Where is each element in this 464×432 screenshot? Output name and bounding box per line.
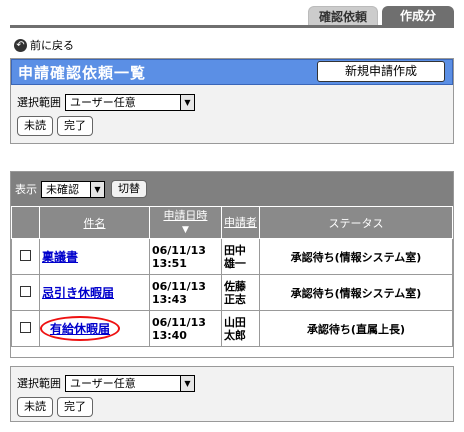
unread-button[interactable]: 未読 <box>17 116 53 136</box>
tab-created[interactable]: 作成分 <box>382 6 454 26</box>
bottom-range-select[interactable]: ユーザー任意 ▼ <box>65 374 195 392</box>
row-applicant-cell: 佐藤 正志 <box>220 274 260 311</box>
chevron-down-icon: ▼ <box>180 94 194 110</box>
display-label: 表示 <box>15 183 37 196</box>
bottom-action-buttons: 未読 完了 <box>11 397 453 417</box>
header-date[interactable]: 申請日時 ▼ <box>148 206 222 239</box>
request-table: 件名 申請日時 ▼ 申請者 ステータス 稟議書 06/11/13 13:51 田中雄… <box>11 206 454 347</box>
range-select[interactable]: ユーザー任意 ▼ <box>65 93 195 111</box>
table-row: 忌引き休暇届 06/11/13 13:43 佐藤 正志 承認待ち(情報システム室) <box>11 274 454 311</box>
row-date-cell: 06/11/13 13:51 <box>148 238 222 275</box>
row-status: 承認待ち(情報システム室) <box>258 274 454 311</box>
row-time: 13:40 <box>151 328 187 342</box>
chevron-down-icon: ▼ <box>180 375 194 391</box>
row-date: 06/11/13 <box>151 243 206 257</box>
bottom-range-row: 選択範囲 ユーザー任意 ▼ <box>11 371 453 395</box>
row-applicant: 佐藤 <box>223 279 246 293</box>
range-select-value: ユーザー任意 <box>70 96 136 109</box>
page-title: 申請確認依頼一覧 <box>18 63 147 82</box>
highlight-circle: 有給休暇届 <box>39 316 121 341</box>
table-row: 有給休暇届 06/11/13 13:40 山田 太郎 承認待ち(直属上長) <box>11 310 454 347</box>
new-request-button[interactable]: 新規申請作成 <box>317 61 445 82</box>
back-link-label: 前に戻る <box>30 39 74 52</box>
table-row: 稟議書 06/11/13 13:51 田中 雄一 承認待ち(情報システム室) <box>11 238 454 275</box>
bottom-range-select-value: ユーザー任意 <box>70 377 136 390</box>
back-arrow-icon: ↶ <box>14 38 27 52</box>
row-checkbox-cell <box>11 238 40 275</box>
row-applicant-cell: 田中 雄一 <box>220 238 260 275</box>
row-checkbox[interactable] <box>20 285 31 297</box>
header-status: ステータス <box>258 206 454 239</box>
row-time: 13:51 <box>151 256 187 270</box>
row-date-cell: 06/11/13 13:43 <box>148 274 222 311</box>
tab-underline <box>10 25 454 28</box>
header-name[interactable]: 件名 <box>39 206 150 239</box>
back-link[interactable]: ↶ 前に戻る <box>14 38 74 52</box>
header-date-label: 申請日時 <box>163 208 208 222</box>
bottom-done-button[interactable]: 完了 <box>57 397 93 417</box>
header-applicant[interactable]: 申請者 <box>220 206 260 239</box>
request-table-panel: 表示 未確認 ▼ 切替 件名 申請日時 ▼ 申請者 ステータス 稟議書 06/11… <box>10 171 454 358</box>
row-checkbox-cell <box>11 274 40 311</box>
row-name-link[interactable]: 忌引き休暇届 <box>40 286 114 300</box>
row-date: 06/11/13 <box>151 315 206 329</box>
bottom-range-label: 選択範囲 <box>17 377 61 390</box>
chevron-down-icon: ▼ <box>90 181 104 197</box>
row-name-link[interactable]: 稟議書 <box>40 250 78 264</box>
row-applicant: 田中 <box>223 243 246 257</box>
row-checkbox[interactable] <box>20 249 31 261</box>
range-label: 選択範囲 <box>17 96 61 109</box>
row-name-cell: 稟議書 <box>39 238 150 275</box>
bottom-unread-button[interactable]: 未読 <box>17 397 53 417</box>
row-date-cell: 06/11/13 13:40 <box>148 310 222 347</box>
row-applicant-cell: 山田 太郎 <box>220 310 260 347</box>
row-applicant-given: 太郎 <box>223 328 246 342</box>
row-name-cell: 忌引き休暇届 <box>39 274 150 311</box>
header-name-label: 件名 <box>83 216 106 230</box>
display-filter-bar: 表示 未確認 ▼ 切替 <box>11 172 453 206</box>
display-select-value: 未確認 <box>46 183 79 196</box>
bottom-action-panel: 選択範囲 ユーザー任意 ▼ 未読 完了 <box>10 366 454 422</box>
row-name-cell: 有給休暇届 <box>39 310 150 347</box>
row-name-link[interactable]: 有給休暇届 <box>48 322 110 336</box>
row-checkbox[interactable] <box>20 321 31 333</box>
row-status: 承認待ち(情報システム室) <box>258 238 454 275</box>
header-checkbox-col <box>11 206 40 239</box>
row-time: 13:43 <box>151 292 187 306</box>
tab-confirm-requests[interactable]: 確認依頼 <box>308 6 378 26</box>
row-checkbox-cell <box>11 310 40 347</box>
header-status-label: ステータス <box>328 216 384 230</box>
sort-down-icon: ▼ <box>181 224 189 235</box>
row-date: 06/11/13 <box>151 279 206 293</box>
row-status: 承認待ち(直属上長) <box>258 310 454 347</box>
switch-button[interactable]: 切替 <box>111 180 147 198</box>
range-row: 選択範囲 ユーザー任意 ▼ <box>11 90 453 114</box>
header-applicant-label: 申請者 <box>223 216 257 229</box>
done-button[interactable]: 完了 <box>57 116 93 136</box>
table-header-row: 件名 申請日時 ▼ 申請者 ステータス <box>11 206 454 239</box>
action-buttons: 未読 完了 <box>11 116 453 136</box>
row-applicant: 山田 <box>223 315 246 329</box>
display-select[interactable]: 未確認 ▼ <box>41 180 105 198</box>
row-applicant-given: 雄一 <box>223 256 246 270</box>
request-list-header-panel: 申請確認依頼一覧 新規申請作成 選択範囲 ユーザー任意 ▼ 未読 完了 <box>10 58 454 144</box>
row-applicant-given: 正志 <box>223 292 246 306</box>
